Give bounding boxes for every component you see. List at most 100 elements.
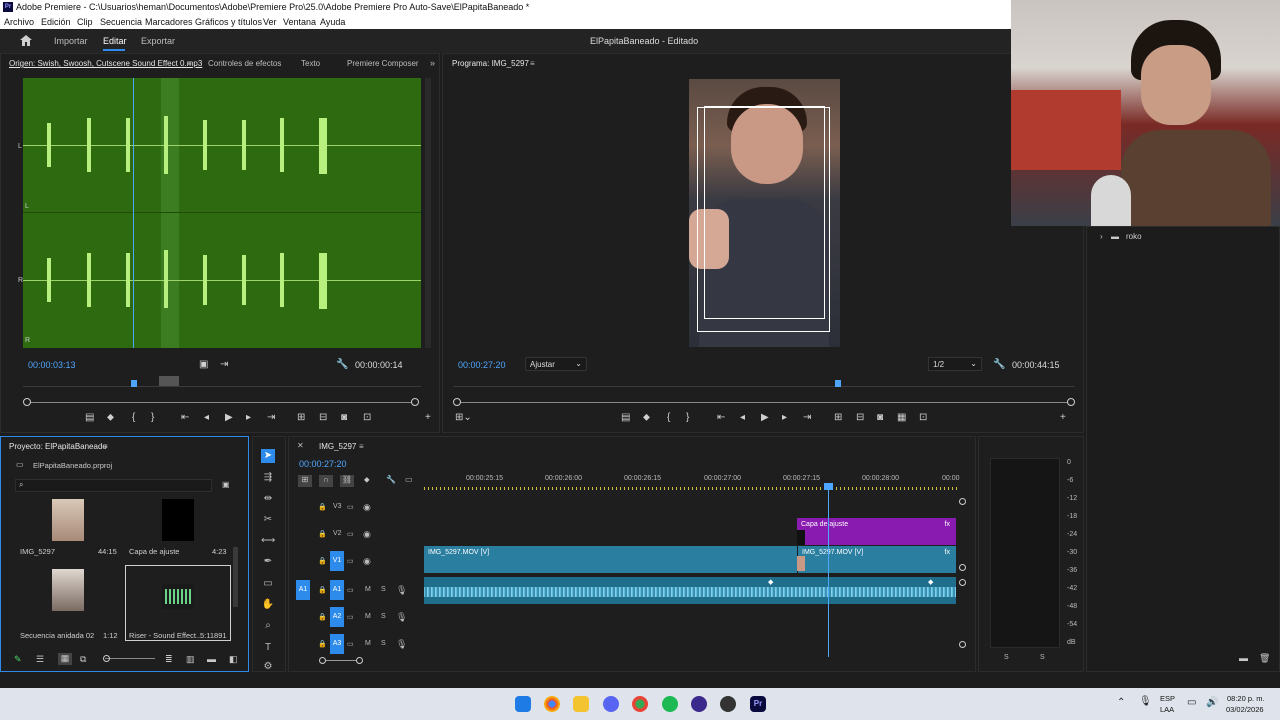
- close-icon[interactable]: ✕: [297, 441, 304, 450]
- language-bottom[interactable]: LAA: [1160, 705, 1174, 714]
- track-select-icon[interactable]: ⇶: [261, 471, 275, 485]
- plus-icon[interactable]: +: [425, 412, 431, 423]
- bin-thumbnail[interactable]: [162, 499, 194, 541]
- drag-video-icon[interactable]: ▤: [85, 412, 94, 423]
- discord-icon[interactable]: [603, 696, 619, 712]
- source-scrollbar[interactable]: [425, 78, 431, 348]
- tab-effect-controls[interactable]: Controles de efectos: [208, 59, 281, 68]
- lift-icon[interactable]: ⊞: [834, 412, 842, 423]
- timeline-playhead[interactable]: [828, 483, 829, 657]
- add-marker-icon[interactable]: ⬥: [643, 412, 650, 423]
- step-forward-icon[interactable]: ▸: [782, 412, 787, 423]
- bin-item-name[interactable]: Secuencia anidada 02: [20, 631, 94, 640]
- bin-item-name[interactable]: Riser - Sound Effect...: [129, 631, 202, 640]
- audio-waveform[interactable]: [23, 78, 421, 348]
- trash-icon[interactable]: 🗑: [1259, 653, 1270, 664]
- sync-lock-icon[interactable]: ▭: [347, 530, 354, 538]
- selection-tool-icon[interactable]: ➤: [261, 449, 275, 463]
- play-icon[interactable]: ▶: [225, 412, 233, 423]
- zoom-handle-left[interactable]: [23, 398, 31, 406]
- menu-item-marcadores[interactable]: Marcadores: [145, 17, 193, 27]
- insert-icon[interactable]: ⇥: [220, 359, 228, 370]
- step-back-icon[interactable]: ◂: [740, 412, 745, 423]
- program-playhead[interactable]: [835, 380, 841, 387]
- tab-premiere-composer[interactable]: Premiere Composer: [347, 59, 419, 68]
- slider-handle[interactable]: [103, 655, 110, 662]
- program-zoom-bar[interactable]: [457, 402, 1071, 403]
- step-back-icon[interactable]: ◂: [204, 412, 209, 423]
- mute-button[interactable]: M: [365, 586, 371, 593]
- import-tab[interactable]: Importar: [54, 36, 88, 46]
- chevron-right-icon[interactable]: ›: [1100, 232, 1103, 241]
- menu-lines-icon[interactable]: ≡: [530, 59, 535, 68]
- play-icon[interactable]: ▶: [761, 412, 769, 423]
- sync-lock-icon[interactable]: ▭: [347, 557, 354, 565]
- chrome-profile-icon[interactable]: [632, 696, 648, 712]
- menu-item-ayuda[interactable]: Ayuda: [320, 17, 345, 27]
- track-target-a3[interactable]: A3: [330, 634, 344, 654]
- go-to-in-icon[interactable]: ⇤: [717, 412, 725, 423]
- menu-lines-icon[interactable]: ≡: [103, 442, 108, 451]
- type-icon[interactable]: T: [261, 641, 275, 655]
- bin-item-selected[interactable]: [125, 565, 231, 641]
- caption-icon[interactable]: ▭: [405, 475, 413, 484]
- nest-icon[interactable]: ⊞: [298, 475, 312, 487]
- plus-icon[interactable]: +: [1060, 412, 1066, 423]
- microphone-icon[interactable]: 🎙: [396, 585, 407, 596]
- tab-project[interactable]: Proyecto: ElPapitaBaneado: [9, 442, 107, 451]
- mark-in-icon[interactable]: {: [132, 412, 135, 423]
- folder-icon[interactable]: ▬: [1239, 653, 1248, 663]
- source-mini-ruler[interactable]: [23, 377, 421, 387]
- program-timecode[interactable]: 00:00:27:20: [458, 360, 506, 370]
- bin-item-name[interactable]: IMG_5297: [20, 547, 55, 556]
- sync-lock-icon[interactable]: ▭: [347, 586, 354, 594]
- microphone-icon[interactable]: 🎙: [396, 612, 407, 623]
- add-marker-icon[interactable]: ⬥: [107, 412, 114, 423]
- mute-button[interactable]: M: [365, 640, 371, 647]
- tab-program[interactable]: Programa: IMG_5297: [452, 59, 529, 68]
- settings-icon[interactable]: ⊞⌄: [455, 412, 472, 423]
- camera-icon[interactable]: ◙: [877, 412, 883, 423]
- timeline-timecode[interactable]: 00:00:27:20: [299, 459, 347, 469]
- comparison-icon[interactable]: ▦: [897, 412, 906, 423]
- list-view-icon[interactable]: ☰: [36, 654, 44, 665]
- track-target-v1[interactable]: V1: [330, 551, 344, 571]
- edit-tab[interactable]: Editar: [103, 36, 127, 46]
- slip-icon[interactable]: ⟷: [261, 534, 275, 548]
- menu-lines-icon[interactable]: ≡: [187, 59, 192, 68]
- button-editor-icon[interactable]: ⊡: [363, 412, 371, 423]
- source-playhead[interactable]: [131, 380, 137, 387]
- razor-icon[interactable]: ✂: [261, 513, 275, 527]
- pen-icon[interactable]: ✒: [261, 555, 275, 569]
- go-to-out-icon[interactable]: ⇥: [803, 412, 811, 423]
- network-icon[interactable]: ▭: [1187, 697, 1196, 708]
- export-tab[interactable]: Exportar: [141, 36, 175, 46]
- eye-icon[interactable]: ◉: [363, 529, 371, 540]
- scroll-handle[interactable]: [959, 498, 966, 505]
- project-search-input[interactable]: ⌕: [15, 479, 212, 492]
- obs-icon[interactable]: [691, 696, 707, 712]
- go-to-out-icon[interactable]: ⇥: [267, 412, 275, 423]
- eye-icon[interactable]: ◉: [363, 502, 371, 513]
- program-mini-ruler[interactable]: [453, 377, 1075, 387]
- mark-in-icon[interactable]: {: [667, 412, 670, 423]
- clip-audio-a1[interactable]: ◆ ◆: [424, 577, 956, 604]
- lock-icon[interactable]: 🔒: [318, 530, 327, 538]
- safe-margin-icon[interactable]: ▣: [199, 359, 208, 370]
- bin-item-name[interactable]: Capa de ajuste: [129, 547, 179, 556]
- freeform-view-icon[interactable]: ⧉: [80, 654, 86, 665]
- button-editor-icon[interactable]: ⊡: [919, 412, 927, 423]
- zoom-handle-right[interactable]: [411, 398, 419, 406]
- lift-icon[interactable]: ▤: [621, 412, 630, 423]
- home-icon[interactable]: [20, 35, 32, 46]
- microphone-icon[interactable]: 🎙: [396, 639, 407, 650]
- chrome-icon[interactable]: [544, 696, 560, 712]
- more-tools-icon[interactable]: ⚙: [261, 660, 275, 674]
- clip-video-2[interactable]: IMG_5297.MOV [V] fx: [798, 546, 956, 573]
- wrench-icon[interactable]: 🔧: [993, 359, 1005, 370]
- tab-source[interactable]: Origen: Swish, Swoosh, Cutscene Sound Ef…: [9, 59, 202, 68]
- mark-out-icon[interactable]: }: [151, 412, 154, 423]
- menu-item-graficos[interactable]: Gráficos y títulos: [195, 17, 262, 27]
- project-scrollbar[interactable]: [233, 547, 238, 607]
- zoom-handle-right[interactable]: [1067, 398, 1075, 406]
